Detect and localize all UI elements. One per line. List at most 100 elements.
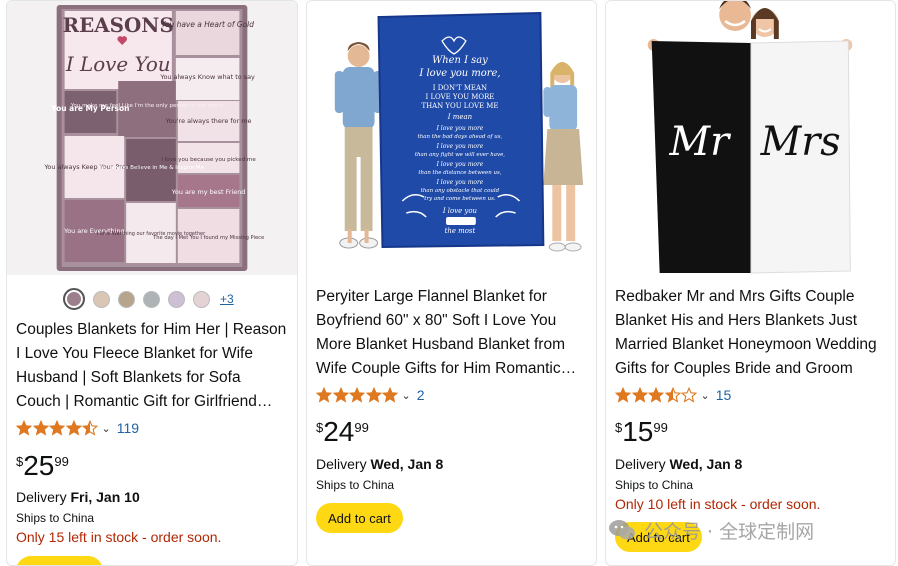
svg-text:THAN YOU LOVE ME: THAN YOU LOVE ME	[421, 102, 498, 110]
star-icon	[316, 387, 332, 403]
star-icon	[332, 387, 349, 403]
color-swatch[interactable]	[193, 290, 210, 308]
svg-text:When I say: When I say	[432, 55, 488, 66]
svg-text:than the distance between us,: than the distance between us,	[418, 170, 501, 176]
product-image[interactable]: REASONS I Love You You have a Heart of G…	[7, 1, 297, 275]
blanket-illustration: When I say I love you more, I DON'T MEAN…	[307, 1, 596, 275]
delivery-date: Wed, Jan 8	[669, 456, 743, 472]
svg-text:the most: the most	[445, 227, 476, 235]
product-title[interactable]: Peryiter Large Flannel Blanket for Boyfr…	[316, 285, 586, 381]
star-icon	[32, 420, 49, 436]
blanket-illustration: REASONS I Love You You have a Heart of G…	[7, 1, 297, 275]
rating[interactable]: ⌄ 2	[316, 385, 425, 405]
color-swatch[interactable]	[168, 290, 185, 308]
blanket-title-text: REASONS	[63, 13, 174, 37]
price-fraction: 99	[54, 454, 69, 469]
blanket-cell: You always Know what to say	[159, 73, 255, 81]
price-symbol: $	[16, 454, 24, 469]
product-card[interactable]: When I say I love you more, I DON'T MEAN…	[306, 0, 597, 566]
star-icon	[648, 387, 664, 403]
product-card[interactable]: REASONS I Love You You have a Heart of G…	[6, 0, 298, 566]
price-symbol: $	[615, 420, 623, 435]
color-swatch[interactable]	[93, 290, 110, 308]
rating[interactable]: ⌄ 15	[615, 385, 731, 405]
price-whole: 15	[622, 416, 654, 447]
star-icon	[631, 387, 648, 403]
review-count[interactable]: 2	[417, 387, 425, 403]
delivery-date: Wed, Jan 8	[370, 456, 444, 472]
delivery-info: Delivery Wed, Jan 8	[615, 456, 742, 472]
price-fraction: 99	[653, 420, 668, 435]
blanket-cell: You make me feel Like I'm the only perso…	[70, 103, 224, 109]
star-icon	[49, 420, 65, 436]
product-title[interactable]: Redbaker Mr and Mrs Gifts Couple Blanket…	[615, 285, 885, 381]
chevron-down-icon[interactable]: ⌄	[102, 422, 111, 435]
delivery-prefix: Delivery	[615, 456, 670, 472]
star-rating	[16, 420, 99, 436]
stock-note: Only 10 left in stock - order soon.	[615, 496, 821, 512]
star-icon	[615, 387, 631, 403]
color-swatch[interactable]	[63, 288, 85, 310]
blanket-cell: The day I Met You I found my Missing Pie…	[152, 235, 264, 241]
price-whole: 24	[323, 416, 355, 447]
product-card[interactable]: Mr Mrs Redbaker Mr and Mrs Gifts Couple …	[605, 0, 896, 566]
review-count[interactable]: 15	[716, 387, 732, 403]
svg-text:I love you more: I love you more	[436, 125, 484, 132]
star-icon	[681, 387, 697, 403]
price-symbol: $	[316, 420, 324, 435]
star-icon	[382, 387, 398, 403]
delivery-info: Delivery Wed, Jan 8	[316, 456, 443, 472]
add-to-cart-button[interactable]: Add to cart	[615, 522, 702, 552]
review-count[interactable]: 119	[117, 420, 139, 436]
star-icon	[65, 420, 82, 436]
price: $ 25 99	[16, 451, 69, 481]
product-image[interactable]: When I say I love you more, I DON'T MEAN…	[307, 1, 596, 275]
add-to-cart-button[interactable]: Add to cart	[316, 503, 403, 533]
svg-text:I DON'T MEAN: I DON'T MEAN	[433, 84, 487, 92]
svg-text:than any fight we will ever ha: than any fight we will ever have,	[415, 152, 505, 158]
svg-text:I LOVE YOU MORE: I LOVE YOU MORE	[426, 93, 495, 101]
stock-note: Only 15 left in stock - order soon.	[16, 529, 222, 545]
star-icon	[664, 387, 681, 403]
price: $ 15 99	[615, 417, 668, 447]
color-swatch[interactable]	[118, 290, 135, 308]
product-image[interactable]: Mr Mrs	[606, 1, 895, 275]
blanket-cell: I love you because you picked me	[161, 157, 256, 163]
svg-text:I love you more: I love you more	[436, 161, 484, 168]
svg-text:than any obstacle that could: than any obstacle that could	[421, 188, 500, 194]
add-to-cart-button[interactable]: Add to cart	[16, 556, 103, 565]
price-whole: 25	[23, 450, 55, 481]
ships-to: Ships to China	[16, 511, 95, 525]
star-icon	[349, 387, 365, 403]
svg-text:I love you more,: I love you more,	[418, 68, 500, 79]
blanket-cell: You are my best Friend	[171, 188, 246, 196]
star-icon	[82, 420, 98, 436]
svg-text:I love you more: I love you more	[436, 179, 484, 186]
delivery-date: Fri, Jan 10	[70, 489, 140, 505]
blanket-cell: You're always there for me	[165, 117, 252, 125]
delivery-info: Delivery Fri, Jan 10	[16, 489, 140, 505]
blanket-illustration: Mr Mrs	[606, 1, 895, 275]
price: $ 24 99	[316, 417, 369, 447]
color-swatches: +3	[63, 288, 234, 310]
chevron-down-icon[interactable]: ⌄	[402, 389, 411, 402]
svg-text:I love you: I love you	[442, 207, 477, 215]
svg-text:than the bad days ahead of us,: than the bad days ahead of us,	[418, 134, 503, 140]
ships-to: Ships to China	[615, 478, 694, 492]
color-swatch[interactable]	[143, 290, 160, 308]
blanket-cell: You always Believe in Me & Inspire Me	[97, 165, 205, 171]
rating[interactable]: ⌄ 119	[16, 418, 139, 438]
star-icon	[365, 387, 382, 403]
star-rating	[615, 387, 698, 403]
ships-to: Ships to China	[316, 478, 395, 492]
star-icon	[16, 420, 32, 436]
star-rating	[316, 387, 399, 403]
product-title[interactable]: Couples Blankets for Him Her | Reason I …	[16, 318, 287, 414]
svg-text:I mean: I mean	[447, 113, 472, 121]
blanket-text-mr: Mr	[669, 119, 733, 165]
svg-text:try and come between us.: try and come between us.	[424, 196, 496, 202]
more-swatches-link[interactable]: +3	[220, 292, 234, 306]
price-fraction: 99	[354, 420, 369, 435]
svg-text:I love you more: I love you more	[436, 143, 484, 150]
chevron-down-icon[interactable]: ⌄	[701, 389, 710, 402]
